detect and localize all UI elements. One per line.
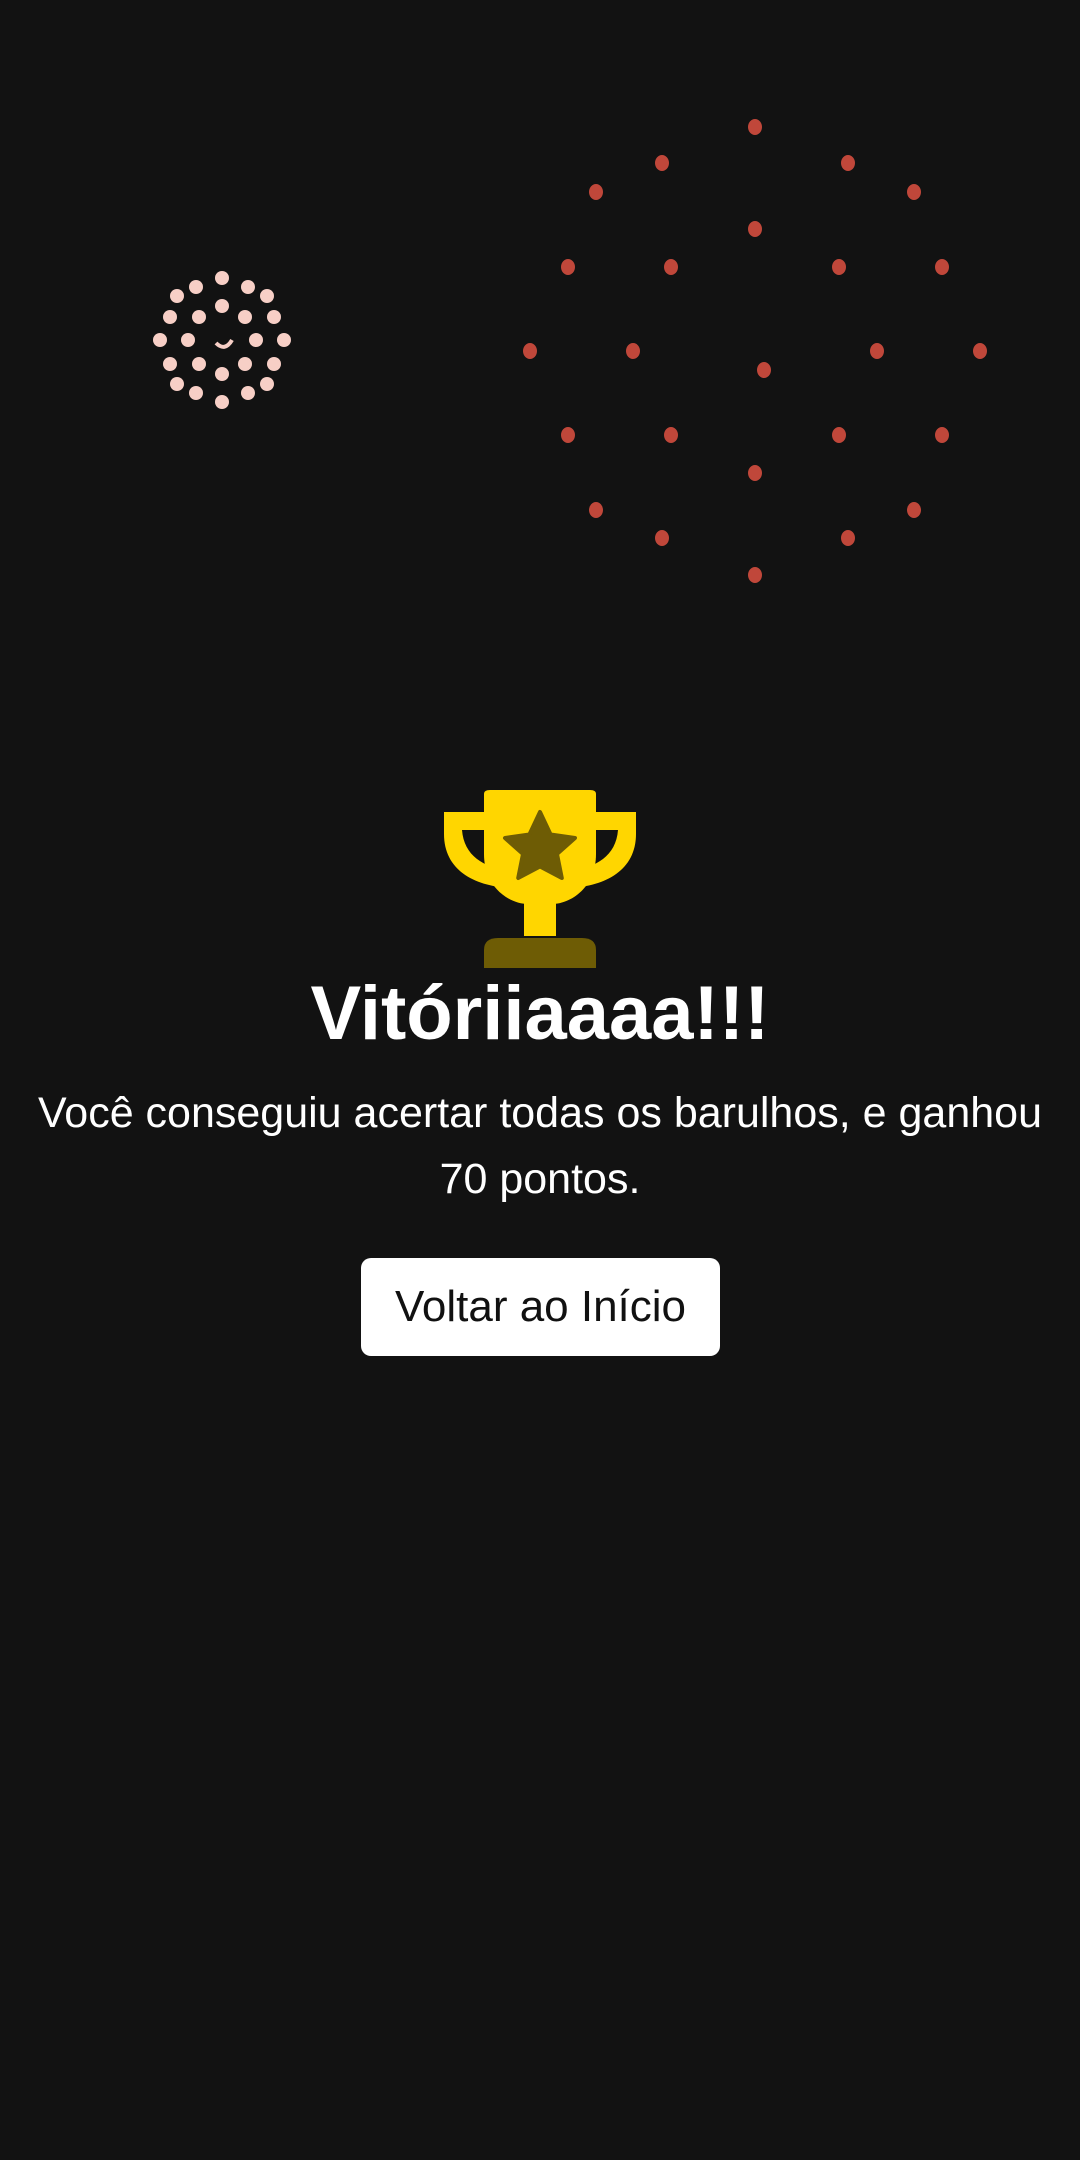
back-home-button-label: Voltar ao Início [394,1282,687,1331]
back-home-button[interactable]: Voltar ao Início [361,1258,720,1356]
trophy-icon [444,790,636,968]
firework-burst-small [153,271,291,409]
victory-title: Vitóriiaaaa!!! [310,971,770,1056]
firework-burst-large [523,119,987,583]
victory-screen: Vitóriiaaaa!!! Você conseguiu acertar to… [0,0,1080,2160]
victory-message: Você conseguiu acertar todas os barulhos… [37,1089,1043,1203]
fireworks-decoration [153,119,987,583]
